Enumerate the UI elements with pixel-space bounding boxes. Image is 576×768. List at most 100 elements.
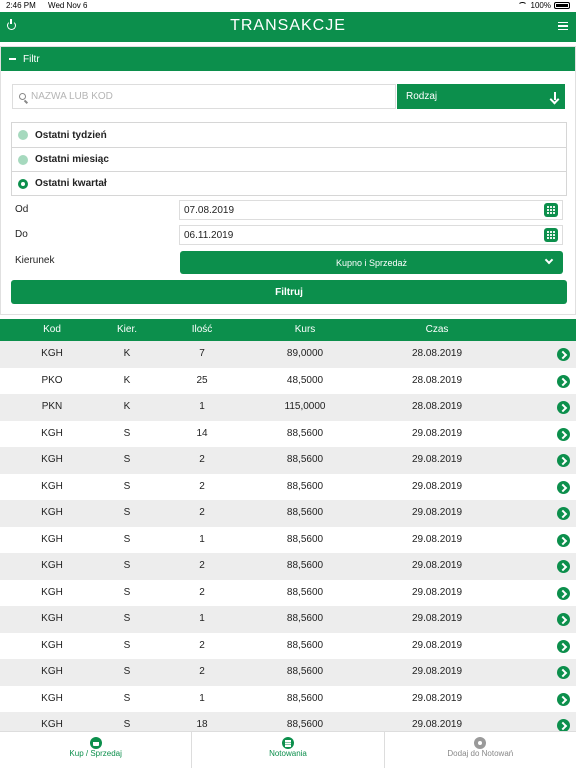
search-input[interactable] bbox=[31, 91, 371, 102]
search-box bbox=[12, 84, 396, 109]
cell-kier: K bbox=[123, 348, 131, 359]
cell-czas: 29.08.2019 bbox=[411, 586, 463, 598]
table-row[interactable]: KGH S 1 88,5600 29.08.2019 bbox=[0, 606, 576, 633]
radio-unselected-icon bbox=[18, 154, 28, 165]
cell-kurs: 88,5600 bbox=[286, 480, 324, 492]
cell-kier: K bbox=[123, 374, 131, 386]
column-header-czas[interactable]: Czas bbox=[395, 324, 479, 335]
table-row[interactable]: KGH S 2 88,5600 29.08.2019 bbox=[0, 553, 576, 580]
column-header-kier[interactable]: Kier. bbox=[107, 324, 147, 335]
table-row[interactable]: KGH S 2 88,5600 29.08.2019 bbox=[0, 500, 576, 527]
cell-ilosc: 2 bbox=[199, 639, 205, 651]
table-row[interactable]: KGH S 2 88,5600 29.08.2019 bbox=[0, 659, 576, 686]
direction-select[interactable]: Kupno i Sprzedaż bbox=[180, 251, 563, 274]
cell-ilosc: 25 bbox=[196, 374, 208, 386]
cell-ilosc: 14 bbox=[196, 427, 208, 439]
cell-ilosc: 2 bbox=[199, 666, 205, 677]
from-date-field[interactable]: 07.08.2019 bbox=[179, 200, 563, 220]
kind-select-label: Rodzaj bbox=[406, 91, 438, 102]
chevron-right-icon[interactable] bbox=[557, 613, 570, 626]
chevron-right-icon[interactable] bbox=[557, 692, 570, 706]
chevron-right-icon[interactable] bbox=[557, 427, 570, 441]
cell-kurs: 88,5600 bbox=[286, 533, 324, 545]
cell-kier: S bbox=[123, 533, 131, 545]
column-header-kurs[interactable]: Kurs bbox=[265, 324, 345, 335]
search-icon bbox=[19, 93, 26, 100]
table-row[interactable]: KGH S 2 88,5600 29.08.2019 bbox=[0, 474, 576, 501]
cell-kod: KGH bbox=[41, 666, 63, 677]
cell-ilosc: 2 bbox=[199, 560, 205, 571]
status-date: Wed Nov 6 bbox=[48, 1, 88, 10]
period-option-label: Ostatni kwartał bbox=[35, 178, 107, 189]
column-header-ilosc[interactable]: Ilość bbox=[172, 324, 232, 335]
tab-buy-sell[interactable]: Kup / Sprzedaj bbox=[0, 732, 193, 768]
table-row[interactable]: KGH S 18 88,5600 29.08.2019 bbox=[0, 712, 576, 731]
table-row[interactable]: KGH S 2 88,5600 29.08.2019 bbox=[0, 580, 576, 607]
chevron-right-icon[interactable] bbox=[557, 480, 570, 494]
chevron-right-icon[interactable] bbox=[557, 374, 570, 388]
tab-quotes[interactable]: Notowania bbox=[192, 732, 385, 768]
cell-czas: 28.08.2019 bbox=[411, 374, 463, 386]
cell-kod: KGH bbox=[41, 507, 63, 518]
cell-kier: S bbox=[123, 427, 131, 439]
bottom-tab-bar: Kup / Sprzedaj Notowania Dodaj do Notowa… bbox=[0, 731, 576, 768]
filter-toggle[interactable]: Filtr bbox=[1, 47, 575, 71]
table-row[interactable]: KGH S 2 88,5600 29.08.2019 bbox=[0, 447, 576, 474]
to-date-field[interactable]: 06.11.2019 bbox=[179, 225, 563, 245]
chevron-right-icon[interactable] bbox=[557, 507, 570, 520]
cell-kod: KGH bbox=[41, 719, 63, 730]
from-date-value: 07.08.2019 bbox=[184, 204, 235, 216]
period-option-quarter[interactable]: Ostatni kwartał bbox=[12, 171, 566, 195]
minus-icon bbox=[9, 58, 16, 60]
filter-submit-button[interactable]: Filtruj bbox=[11, 280, 567, 304]
chevron-right-icon[interactable] bbox=[557, 454, 570, 467]
cell-kier: S bbox=[123, 586, 131, 598]
cell-kod: KGH bbox=[41, 613, 63, 624]
chevron-right-icon[interactable] bbox=[557, 401, 570, 414]
cell-kod: KGH bbox=[41, 586, 63, 598]
kind-select[interactable]: Rodzaj bbox=[397, 84, 565, 109]
direction-label: Kierunek bbox=[15, 255, 55, 266]
chevron-right-icon[interactable] bbox=[557, 719, 570, 731]
table-row[interactable]: KGH S 2 88,5600 29.08.2019 bbox=[0, 633, 576, 660]
table-row[interactable]: KGH K 7 89,0000 28.08.2019 bbox=[0, 341, 576, 368]
chevron-right-icon[interactable] bbox=[557, 639, 570, 653]
cell-kurs: 48,5000 bbox=[286, 374, 324, 386]
period-option-month[interactable]: Ostatni miesiąc bbox=[12, 147, 566, 171]
cell-czas: 29.08.2019 bbox=[411, 692, 463, 704]
hamburger-menu-icon[interactable] bbox=[558, 22, 568, 30]
radio-selected-icon bbox=[18, 178, 28, 189]
filter-panel: Filtr Rodzaj Ostatni tydzień Ostatni mie… bbox=[0, 46, 576, 315]
arrow-down-icon bbox=[554, 92, 556, 100]
chevron-right-icon[interactable] bbox=[557, 666, 570, 679]
cell-kurs: 88,5600 bbox=[286, 692, 324, 704]
column-header-kod[interactable]: Kod bbox=[22, 324, 82, 335]
direction-select-value: Kupno i Sprzedaż bbox=[335, 257, 408, 268]
tab-label: Dodaj do Notowań bbox=[447, 749, 514, 758]
cell-kod: KGH bbox=[41, 692, 63, 704]
cell-kod: KGH bbox=[41, 533, 63, 545]
transactions-table: KGH K 7 89,0000 28.08.2019 PKO K 25 48,5… bbox=[0, 341, 576, 731]
chevron-right-icon[interactable] bbox=[557, 586, 570, 600]
table-row[interactable]: KGH S 14 88,5600 29.08.2019 bbox=[0, 421, 576, 448]
calendar-icon[interactable] bbox=[544, 203, 558, 217]
table-row[interactable]: KGH S 1 88,5600 29.08.2019 bbox=[0, 686, 576, 713]
table-row[interactable]: KGH S 1 88,5600 29.08.2019 bbox=[0, 527, 576, 554]
cell-czas: 29.08.2019 bbox=[411, 507, 463, 518]
calendar-icon[interactable] bbox=[544, 228, 558, 242]
chevron-right-icon[interactable] bbox=[557, 533, 570, 547]
table-row[interactable]: PKO K 25 48,5000 28.08.2019 bbox=[0, 368, 576, 395]
cell-czas: 29.08.2019 bbox=[411, 666, 463, 677]
period-option-week[interactable]: Ostatni tydzień bbox=[12, 123, 566, 147]
period-option-label: Ostatni tydzień bbox=[35, 129, 107, 141]
chevron-right-icon[interactable] bbox=[557, 348, 570, 361]
cell-kod: PKO bbox=[41, 374, 63, 386]
cell-kurs: 89,0000 bbox=[286, 348, 324, 359]
tab-add-to-quotes[interactable]: Dodaj do Notowań bbox=[385, 732, 576, 768]
cell-czas: 28.08.2019 bbox=[411, 401, 463, 412]
cell-ilosc: 1 bbox=[199, 533, 205, 545]
cell-kier: S bbox=[123, 507, 131, 518]
table-row[interactable]: PKN K 1 115,0000 28.08.2019 bbox=[0, 394, 576, 421]
cell-kurs: 88,5600 bbox=[286, 427, 324, 439]
chevron-right-icon[interactable] bbox=[557, 560, 570, 573]
